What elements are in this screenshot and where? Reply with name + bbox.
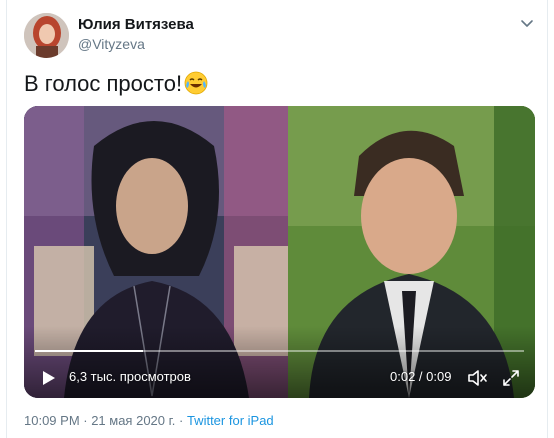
tweet-meta: 10:09 PM · 21 мая 2020 г. · Twitter for …	[24, 413, 274, 428]
author-name[interactable]: Юлия Витязева	[78, 16, 194, 33]
face-with-tears-of-joy-icon	[184, 71, 208, 102]
video-time: 0:02 / 0:09	[390, 369, 452, 384]
video-frame	[24, 106, 535, 398]
tweet-text-content: В голос просто!	[24, 71, 183, 96]
play-icon[interactable]	[38, 368, 58, 388]
tweet-source-link[interactable]: Twitter for iPad	[187, 413, 274, 428]
fullscreen-icon[interactable]	[501, 368, 521, 388]
author-handle[interactable]: @Vityzeva	[78, 36, 145, 52]
chevron-down-icon[interactable]	[519, 15, 535, 31]
avatar-image	[24, 13, 69, 58]
volume-muted-icon[interactable]	[466, 367, 488, 389]
tweet-timestamp[interactable]: 10:09 PM · 21 мая 2020 г. ·	[24, 413, 187, 428]
video-player[interactable]: 6,3 тыс. просмотров 0:02 / 0:09	[24, 106, 535, 398]
tweet-text: В голос просто!	[24, 70, 208, 102]
video-progress-bar[interactable]	[35, 350, 524, 352]
video-progress-fill	[35, 350, 143, 352]
avatar[interactable]	[24, 13, 69, 58]
view-count: 6,3 тыс. просмотров	[69, 369, 191, 384]
